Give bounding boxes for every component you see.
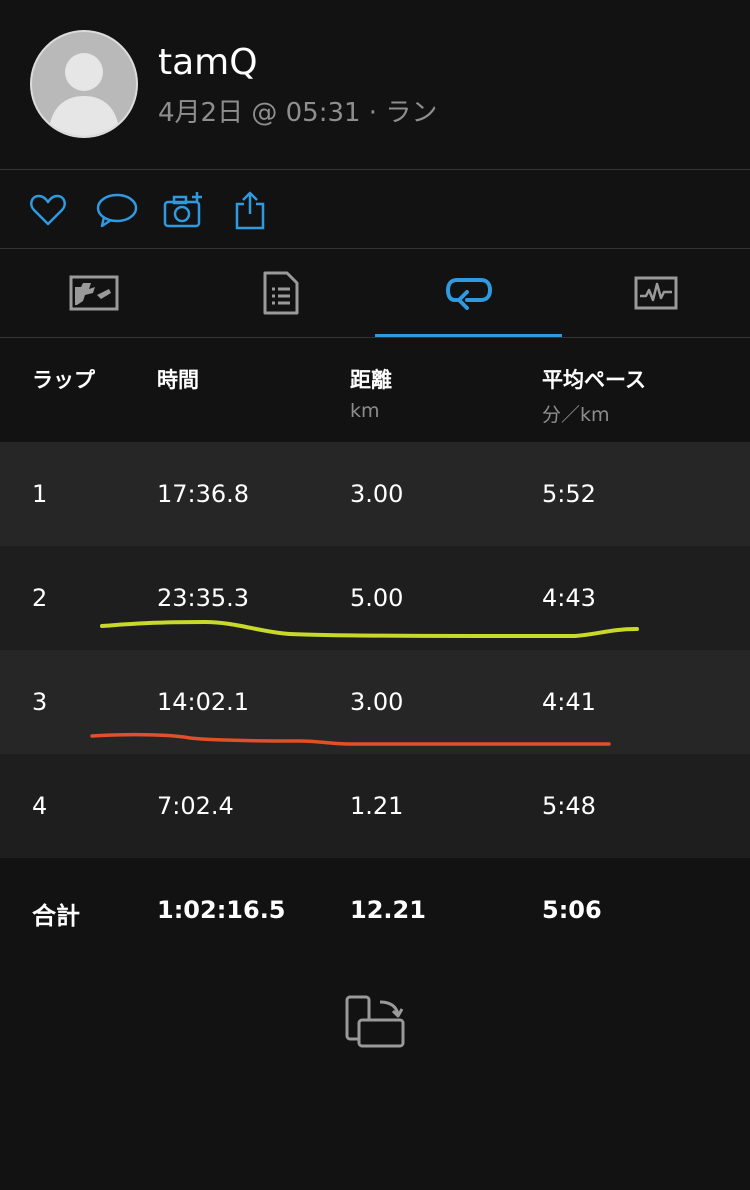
- charts-icon: [634, 276, 677, 310]
- total-pace: 5:06: [542, 896, 602, 924]
- header-distance-label: 距離: [350, 368, 392, 392]
- total-distance: 12.21: [350, 896, 426, 924]
- header-time: 時間: [157, 368, 199, 392]
- laps-icon: [445, 278, 492, 310]
- header-distance: 距離 km: [350, 364, 392, 422]
- header-pace-label: 平均ペース: [542, 368, 646, 392]
- lap-number: 2: [32, 584, 48, 612]
- tab-laps[interactable]: [375, 249, 562, 337]
- rotate-screen-button[interactable]: [344, 994, 406, 1050]
- table-row[interactable]: 4 7:02.4 1.21 5:48: [0, 754, 750, 858]
- total-label: 合計: [32, 902, 80, 930]
- lap-pace: 4:43: [542, 584, 596, 612]
- comment-icon[interactable]: [96, 190, 138, 230]
- lap-time: 17:36.8: [157, 480, 250, 508]
- details-icon: [263, 271, 298, 315]
- username[interactable]: tamQ: [158, 42, 258, 83]
- table-row[interactable]: 1 17:36.8 3.00 5:52: [0, 442, 750, 546]
- header-pace-unit: 分／km: [542, 404, 610, 426]
- rotate-screen-icon: [345, 995, 405, 1048]
- lap-number: 3: [32, 688, 48, 716]
- share-icon[interactable]: [232, 190, 272, 230]
- lap-distance: 5.00: [350, 584, 404, 612]
- table-row[interactable]: 3 14:02.1 3.00 4:41: [0, 650, 750, 754]
- tab-details[interactable]: [187, 249, 374, 337]
- activity-subtitle: 4月2日 @ 05:31 · ラン: [158, 98, 438, 128]
- header-pace: 平均ペース 分／km: [542, 364, 646, 427]
- avatar-placeholder-icon: [48, 53, 120, 136]
- lap-time: 7:02.4: [157, 792, 234, 820]
- lap-distance: 3.00: [350, 688, 404, 716]
- lap-time: 23:35.3: [157, 584, 250, 612]
- lap-distance: 1.21: [350, 792, 404, 820]
- table-header: ラップ 時間 距離 km 平均ペース 分／km: [0, 338, 750, 442]
- lap-pace: 5:48: [542, 792, 596, 820]
- total-row: 合計 1:02:16.5 12.21 5:06: [0, 858, 750, 962]
- add-photo-icon[interactable]: [163, 190, 205, 230]
- tab-map[interactable]: [0, 249, 187, 337]
- header-lap: ラップ: [32, 368, 95, 392]
- action-bar: [0, 170, 750, 248]
- laps-table: ラップ 時間 距離 km 平均ペース 分／km 1 17:36.8 3.00 5…: [0, 338, 750, 962]
- table-row[interactable]: 2 23:35.3 5.00 4:43: [0, 546, 750, 650]
- header-distance-unit: km: [350, 400, 380, 422]
- lap-number: 1: [32, 480, 48, 508]
- tab-bar: [0, 249, 750, 337]
- lap-pace: 4:41: [542, 688, 596, 716]
- tab-charts[interactable]: [562, 249, 749, 337]
- avatar[interactable]: [30, 30, 138, 138]
- lap-time: 14:02.1: [157, 688, 250, 716]
- heart-icon[interactable]: [28, 190, 68, 230]
- lap-distance: 3.00: [350, 480, 404, 508]
- total-time: 1:02:16.5: [157, 896, 286, 924]
- map-icon: [69, 275, 118, 311]
- lap-pace: 5:52: [542, 480, 596, 508]
- lap-number: 4: [32, 792, 48, 820]
- activity-header: tamQ 4月2日 @ 05:31 · ラン: [0, 0, 750, 169]
